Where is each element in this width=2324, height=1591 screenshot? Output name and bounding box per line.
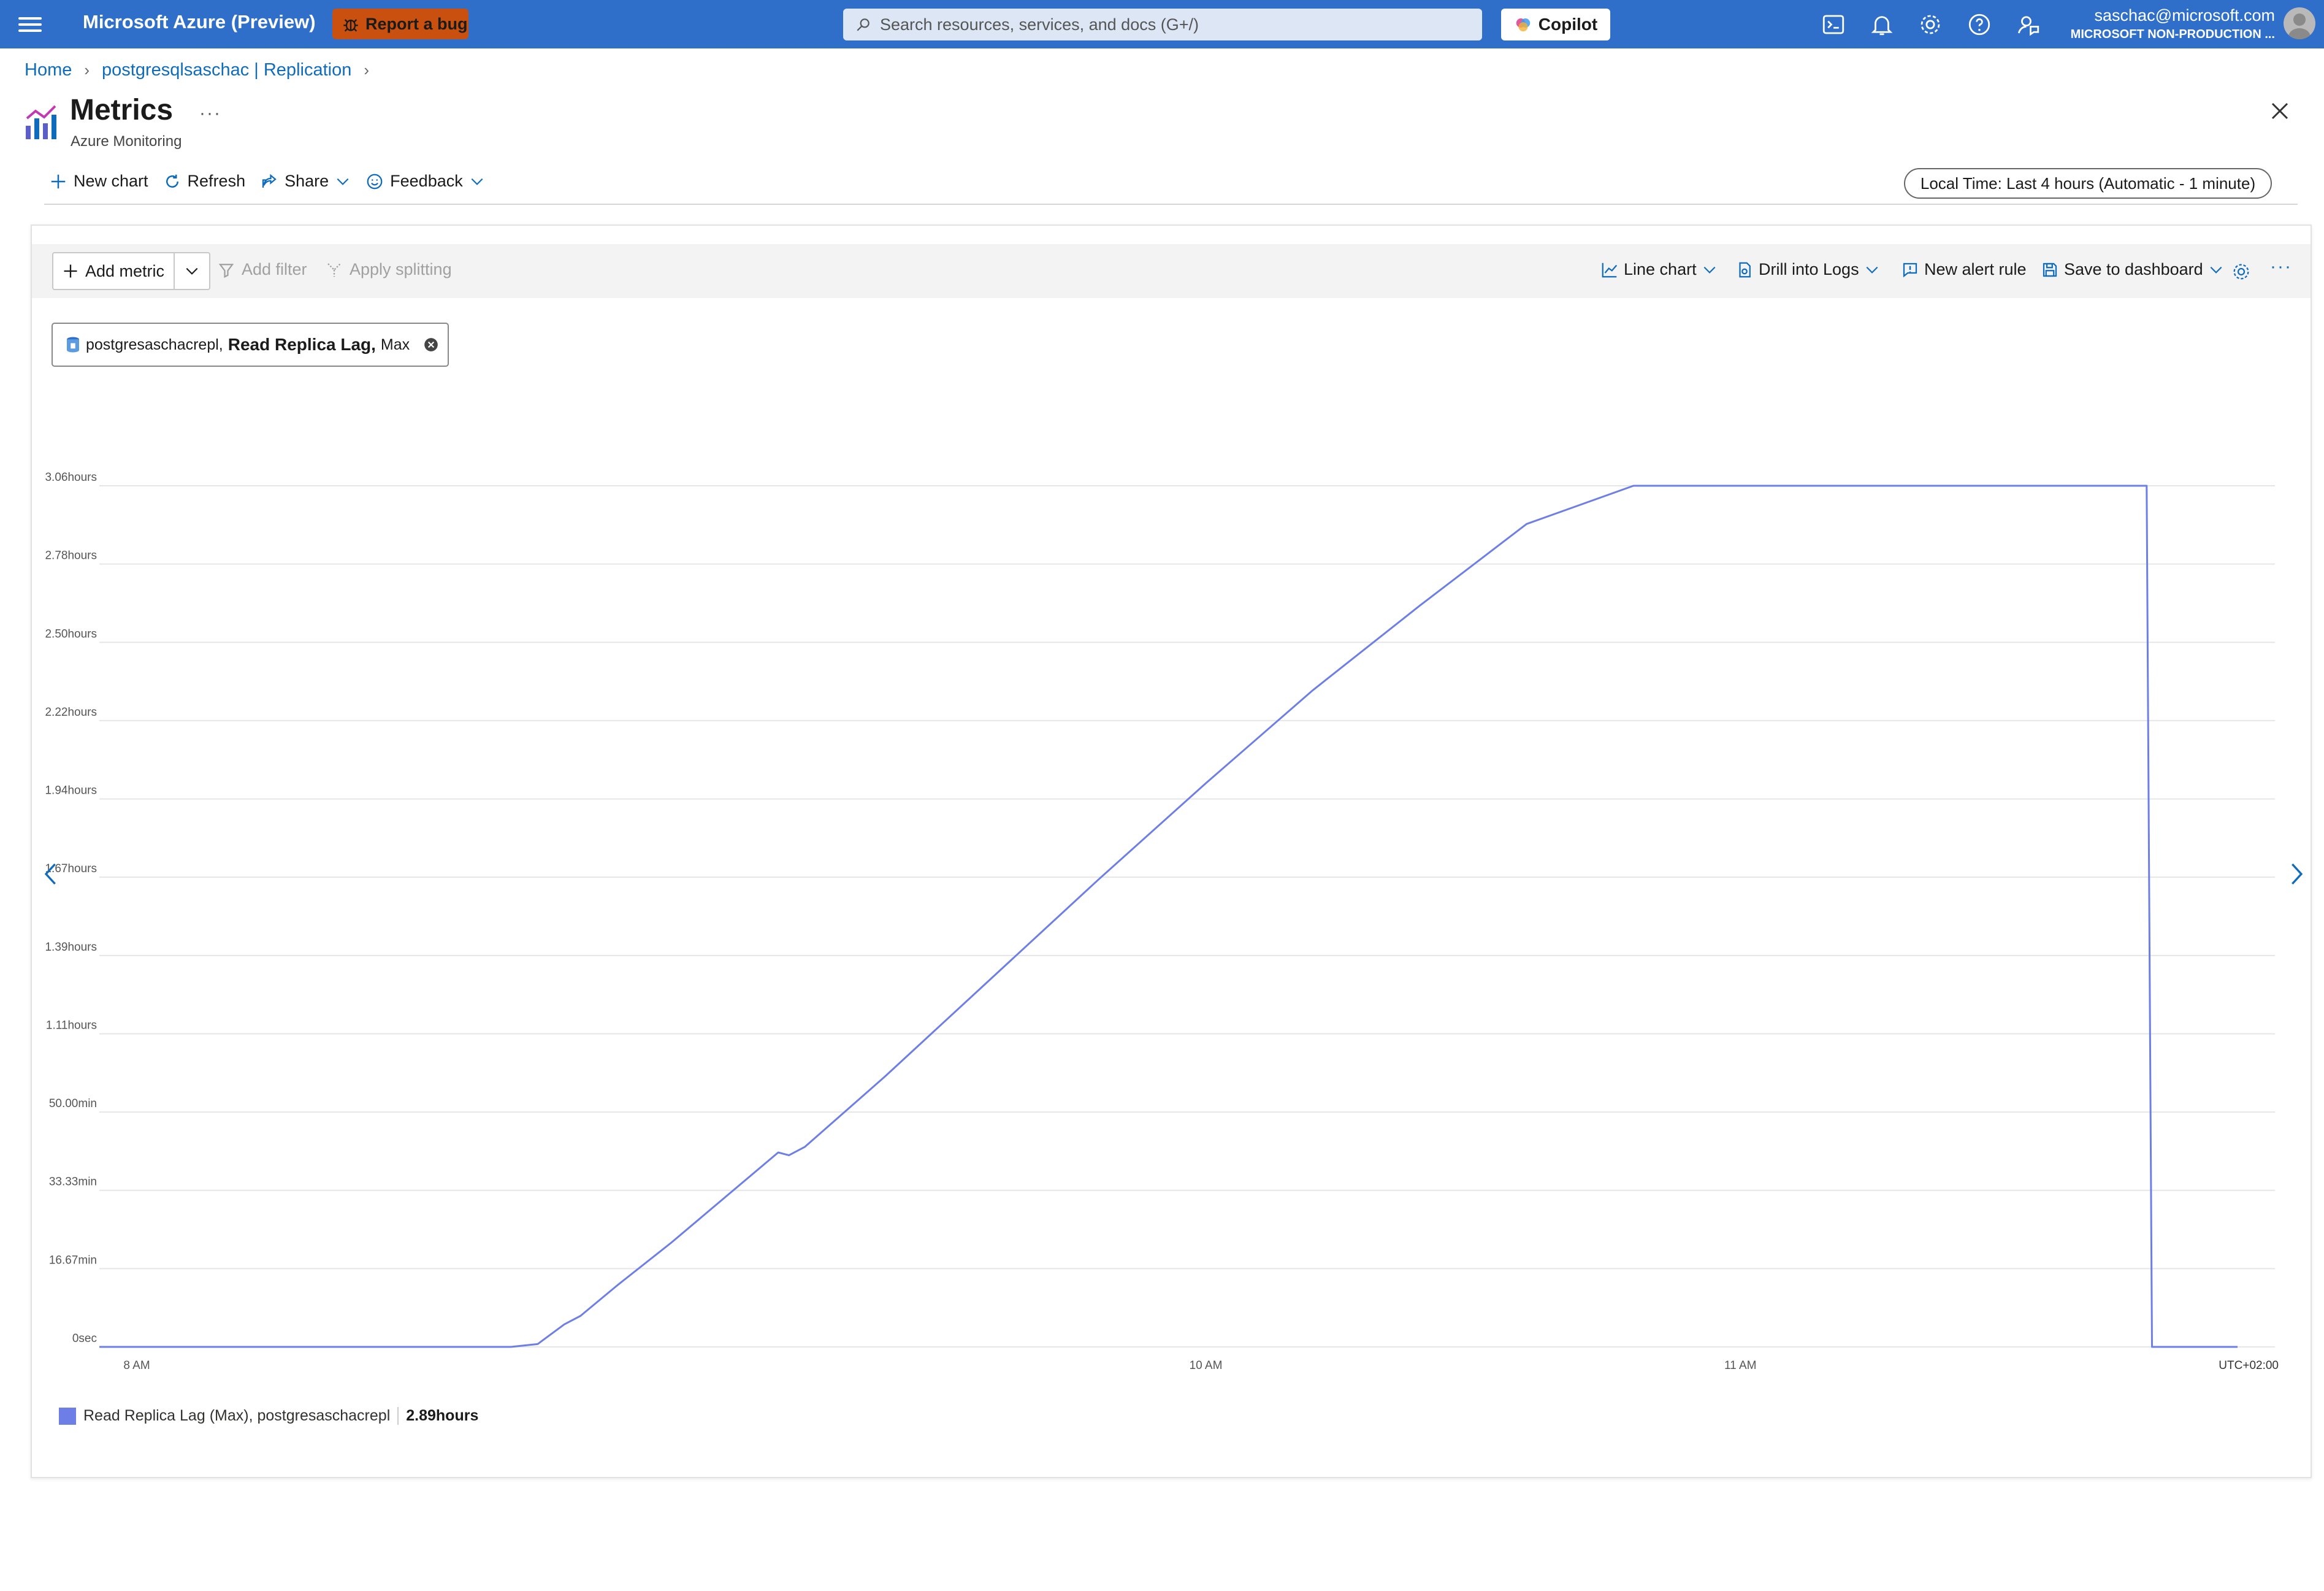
legend-value: 2.89hours [397, 1407, 478, 1425]
chevron-left-icon[interactable] [42, 862, 60, 886]
x-tick-label: 8 AM [123, 1359, 150, 1372]
line-chart: 0sec 16.67min 33.33min 50.00min 1.11hours 1.3… [45, 471, 2279, 1372]
y-tick-label: 1.39hours [45, 941, 97, 954]
chevron-right-icon[interactable] [2287, 862, 2306, 886]
chart-legend[interactable]: Read Replica Lag (Max), postgresaschacre… [59, 1407, 478, 1425]
x-tick-label: 10 AM [1190, 1359, 1223, 1372]
y-tick-label: 33.33min [49, 1176, 97, 1189]
y-tick-label: 0sec [72, 1332, 97, 1345]
x-tick-label: 11 AM [1724, 1359, 1756, 1372]
y-tick-label: 3.06hours [45, 471, 97, 484]
series-line [99, 485, 2238, 1348]
y-tick-label: 1.11hours [46, 1019, 97, 1032]
legend-swatch [59, 1407, 76, 1425]
y-tick-label: 2.22hours [45, 706, 97, 719]
y-tick-label: 2.78hours [45, 550, 97, 562]
y-tick-label: 50.00min [49, 1097, 97, 1110]
y-tick-label: 1.94hours [45, 784, 97, 797]
y-tick-label: 16.67min [49, 1254, 97, 1267]
legend-label: Read Replica Lag (Max), postgresaschacre… [83, 1407, 391, 1424]
y-tick-label: 2.50hours [45, 627, 97, 640]
timezone-label: UTC+02:00 [2219, 1359, 2279, 1372]
